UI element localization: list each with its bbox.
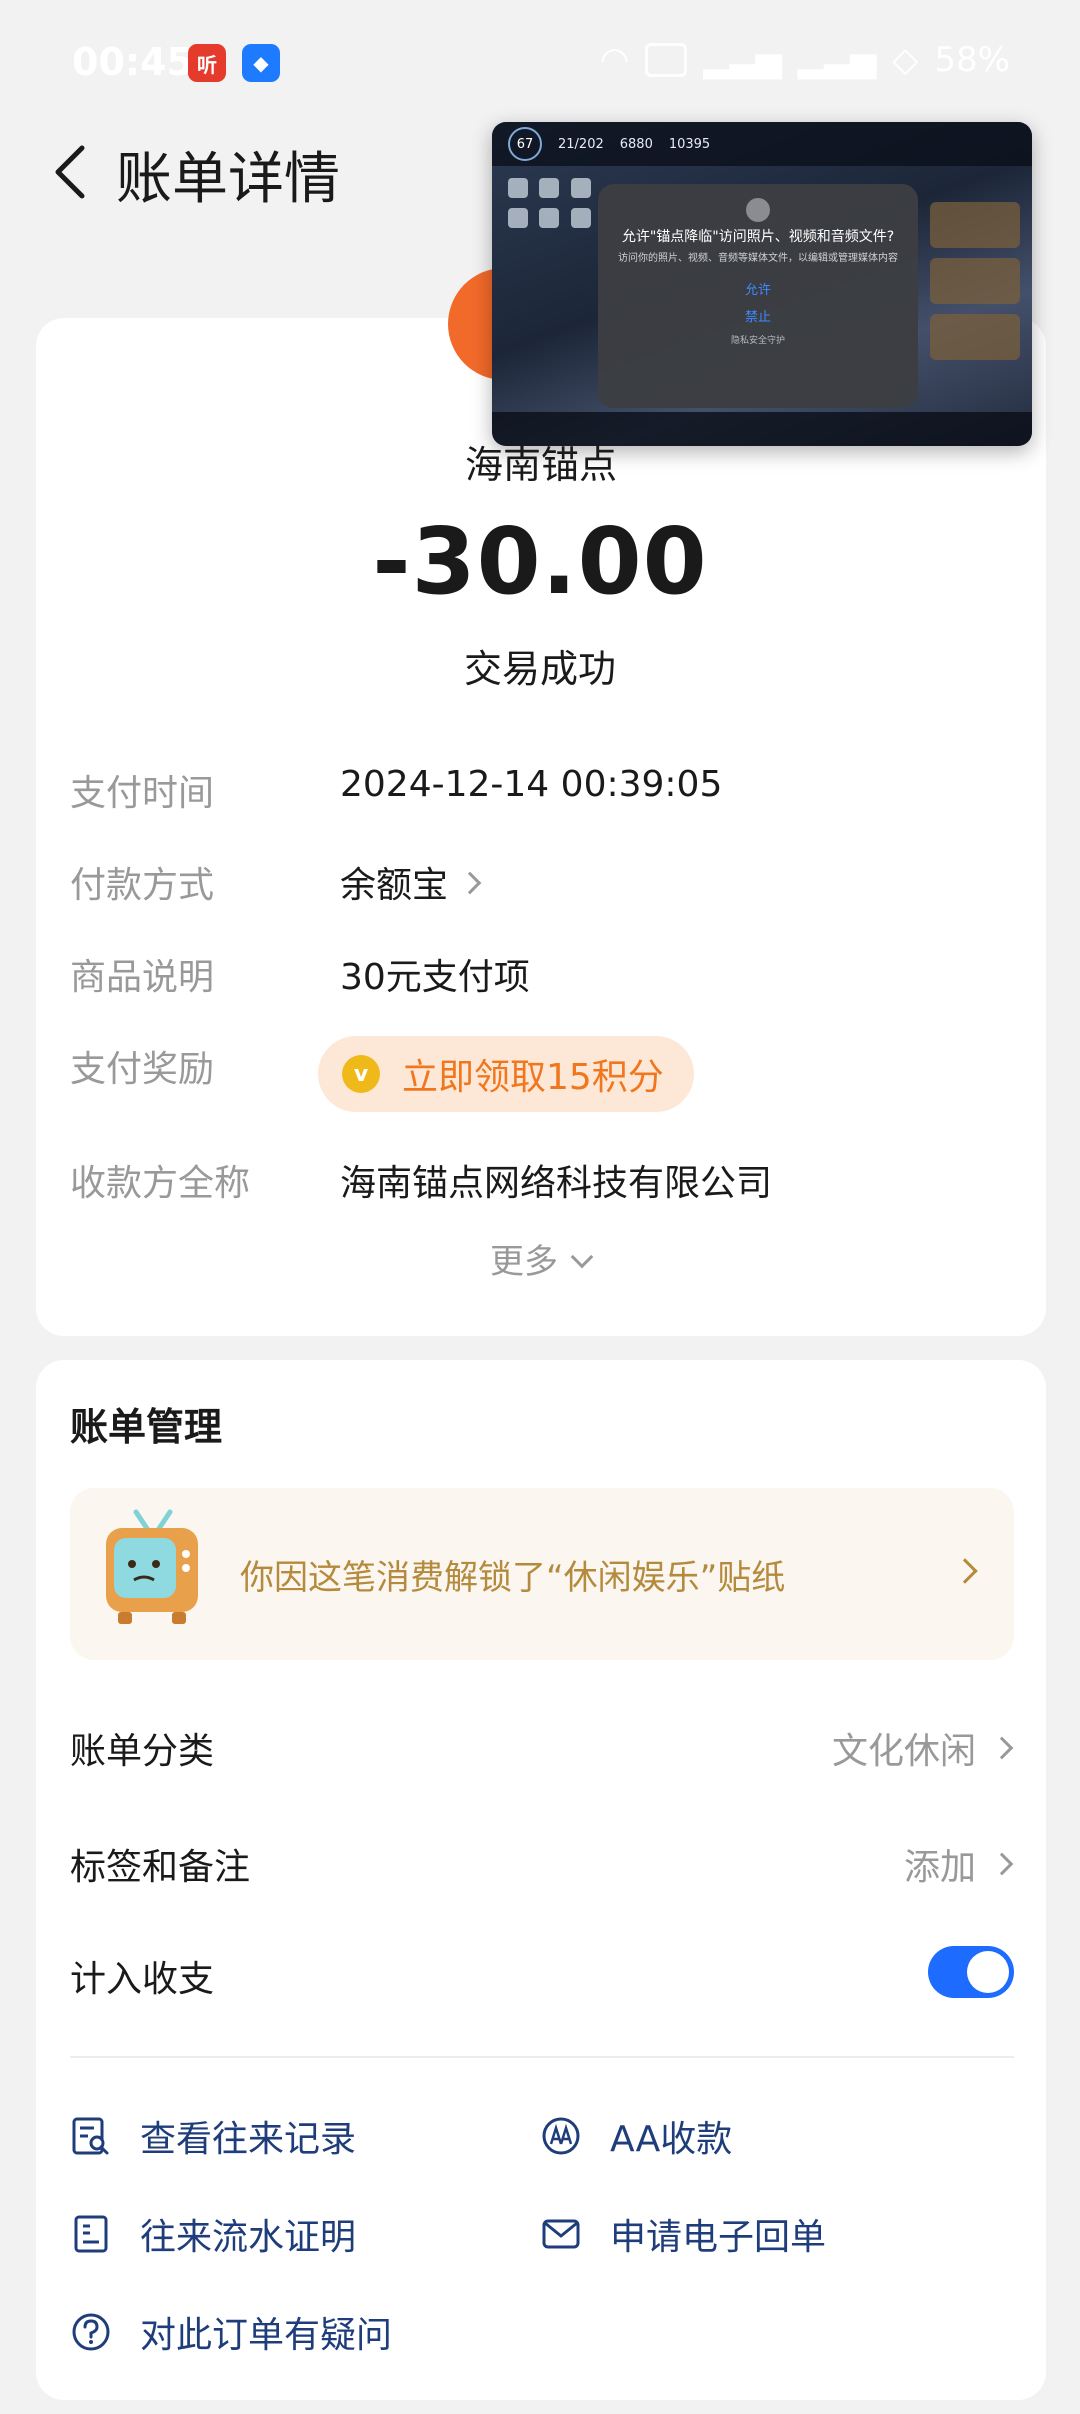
aa-icon <box>542 2117 580 2155</box>
game-top-bar: 67 21/202 6880 10395 <box>492 122 1032 166</box>
signal-icon-2: ▂▃▅ <box>797 40 877 80</box>
category-selector[interactable]: 文化休闲 <box>831 1722 1014 1774</box>
toggle-knob <box>967 1951 1009 1993</box>
game-level-badge: 67 <box>508 127 542 161</box>
more-button[interactable]: 更多 <box>0 1234 1080 1283</box>
privacy-note: 隐私安全守护 <box>730 336 785 346</box>
record-search-icon <box>72 2117 109 2155</box>
include-label: 计入收支 <box>70 1959 215 2000</box>
category-value: 文化休闲 <box>831 1731 976 1772</box>
amount: -30.00 <box>372 508 708 615</box>
tags-label: 标签和备注 <box>70 1847 251 1888</box>
shield-app-icon: ◆ <box>242 44 280 82</box>
chevron-right-icon <box>458 871 482 895</box>
back-arrow-icon <box>55 145 85 199</box>
game-stat: 10395 <box>668 136 711 152</box>
statement-proof-label: 往来流水证明 <box>140 2217 357 2258</box>
permission-dialog: 允许"锚点降临"访问照片、视频和音频文件? 访问你的照片、视频、音频等媒体文件，… <box>598 184 918 408</box>
payee-label: 收款方全称 <box>70 1163 251 1204</box>
pay-method-label: 付款方式 <box>70 865 215 906</box>
page-title: 账单详情 <box>116 147 340 212</box>
status-indicators: ◠ ▂▃▅ ▂▃▅ ◇ 58% <box>600 40 1010 80</box>
chevron-down-icon <box>570 1245 594 1269</box>
include-toggle[interactable] <box>928 1946 1014 1998</box>
order-question-button[interactable]: 对此订单有疑问 <box>70 2306 392 2358</box>
document-icon <box>74 2215 108 2253</box>
back-button[interactable] <box>30 132 110 212</box>
status-time: 00:45 <box>72 40 193 84</box>
sticker-banner[interactable]: 你因这笔消费解锁了“休闲娱乐”贴纸 <box>70 1488 1014 1660</box>
reward-label: 支付奖励 <box>70 1049 215 1090</box>
game-stat: 6880 <box>619 136 653 152</box>
tv-sticker-icon <box>106 1509 198 1624</box>
order-question-label: 对此订单有疑问 <box>140 2315 393 2356</box>
question-circle-icon <box>72 2313 110 2351</box>
sticker-text: 你因这笔消费解锁了“休闲娱乐”贴纸 <box>240 1558 786 1598</box>
listen-app-icon: 听 <box>188 44 226 82</box>
wifi-icon: ◠ <box>599 40 630 80</box>
product-label: 商品说明 <box>70 957 215 998</box>
chevron-right-icon <box>990 1852 1014 1876</box>
more-label: 更多 <box>490 1242 558 1282</box>
aa-collect-label: AA收款 <box>610 2119 733 2160</box>
aa-collect-button[interactable]: AA收款 <box>540 2110 732 2162</box>
shield-status-icon: ◇ <box>892 40 919 80</box>
battery-level: 58% <box>934 40 1010 80</box>
chevron-right-icon <box>990 1736 1014 1760</box>
product-value: 30元支付项 <box>340 957 530 998</box>
folder-icon <box>746 198 770 222</box>
pay-time-label: 支付时间 <box>70 773 215 814</box>
e-receipt-button[interactable]: 申请电子回单 <box>540 2208 826 2260</box>
transaction-status: 交易成功 <box>463 647 616 691</box>
statement-proof-button[interactable]: 往来流水证明 <box>70 2208 356 2260</box>
chevron-right-icon <box>952 1558 978 1584</box>
e-receipt-label: 申请电子回单 <box>610 2217 827 2258</box>
view-history-button[interactable]: 查看往来记录 <box>70 2110 356 2162</box>
merchant-name: 海南锚点 <box>464 443 617 487</box>
pay-method-value: 余额宝 <box>340 865 449 906</box>
allow-button[interactable]: 允许 <box>614 279 902 298</box>
category-label: 账单分类 <box>70 1731 215 1772</box>
hd-icon <box>645 43 688 77</box>
signal-icon: ▂▃▅ <box>703 40 782 80</box>
view-history-label: 查看往来记录 <box>140 2119 357 2160</box>
reward-text: 立即领取15积分 <box>402 1057 664 1098</box>
game-right-panels <box>930 202 1020 360</box>
floating-game-window[interactable]: 67 21/202 6880 10395 允许"锚点降临"访问照片、视频和音频文… <box>492 122 1032 446</box>
game-stat: 21/202 <box>558 136 604 152</box>
permission-title: 允许"锚点降临"访问照片、视频和音频文件? <box>621 229 895 245</box>
tags-add-button[interactable]: 添加 <box>903 1838 1014 1890</box>
status-bar: 00:45 听 ◆ ◠ ▂▃▅ ▂▃▅ ◇ 58% <box>0 0 1080 130</box>
game-left-icons <box>508 178 592 228</box>
pay-time-value: 2024-12-14 00:39:05 <box>340 764 723 805</box>
pay-method-link[interactable]: 余额宝 <box>340 856 482 908</box>
envelope-icon <box>542 2219 580 2249</box>
payee-value: 海南锚点网络科技有限公司 <box>340 1163 773 1204</box>
claim-reward-button[interactable]: v 立即领取15积分 <box>318 1036 694 1112</box>
permission-description: 访问你的照片、视频、音频等媒体文件，以编辑或管理媒体内容 <box>618 253 898 264</box>
divider <box>70 2056 1014 2058</box>
deny-button[interactable]: 禁止 <box>614 306 902 325</box>
coin-icon: v <box>342 1055 380 1093</box>
section-title: 账单管理 <box>70 1405 223 1449</box>
tags-value: 添加 <box>903 1847 976 1888</box>
